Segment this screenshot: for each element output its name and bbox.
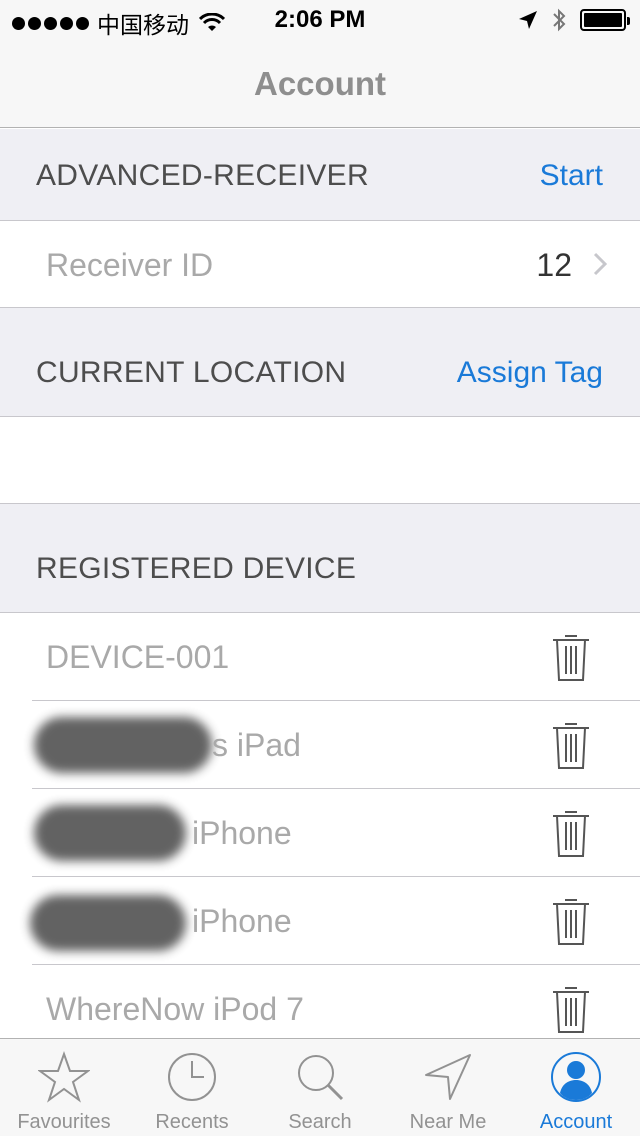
device-row[interactable]: iPhone bbox=[0, 877, 640, 964]
search-icon bbox=[298, 1055, 344, 1101]
tab-favourites[interactable]: Favourites bbox=[0, 1039, 128, 1136]
trash-icon[interactable] bbox=[552, 896, 590, 946]
clock-icon bbox=[168, 1053, 216, 1101]
device-name: WhereNow iPod 7 bbox=[46, 991, 304, 1027]
tab-label: Account bbox=[539, 1111, 613, 1133]
tab-label: Recents bbox=[155, 1111, 229, 1133]
tab-recents[interactable]: Recents bbox=[128, 1039, 256, 1136]
location-services-icon bbox=[519, 11, 537, 29]
location-arrow-icon bbox=[425, 1054, 471, 1100]
status-right bbox=[518, 8, 630, 32]
star-icon bbox=[38, 1051, 90, 1103]
current-location-header: CURRENT LOCATION Assign Tag bbox=[0, 307, 640, 417]
tab-label: Near Me bbox=[409, 1111, 487, 1133]
navigation-bar: Account bbox=[0, 40, 640, 128]
trash-icon[interactable] bbox=[552, 808, 590, 858]
device-row[interactable]: DEVICE-001 bbox=[0, 613, 640, 701]
status-bar: 中国移动 2:06 PM bbox=[0, 0, 640, 40]
assign-tag-button[interactable]: Assign Tag bbox=[457, 356, 603, 390]
tab-account[interactable]: Account bbox=[512, 1039, 640, 1136]
trash-icon[interactable] bbox=[552, 632, 590, 682]
start-button[interactable]: Start bbox=[540, 159, 603, 193]
redacted-blur bbox=[34, 717, 212, 773]
tab-near-me[interactable]: Near Me bbox=[384, 1039, 512, 1136]
registered-device-header: REGISTERED DEVICE bbox=[0, 503, 640, 613]
tab-label: Search bbox=[288, 1111, 352, 1133]
advanced-receiver-header: ADVANCED-RECEIVER Start bbox=[0, 129, 640, 221]
tab-search[interactable]: Search bbox=[256, 1039, 384, 1136]
section-title-advanced-receiver: ADVANCED-RECEIVER bbox=[36, 159, 369, 192]
device-name: s iPad bbox=[212, 727, 301, 763]
chevron-right-icon bbox=[593, 252, 607, 276]
battery-icon bbox=[580, 9, 630, 31]
device-name: DEVICE-001 bbox=[46, 639, 230, 675]
current-location-row bbox=[0, 417, 640, 503]
page-title: Account bbox=[254, 65, 386, 102]
redacted-blur bbox=[30, 895, 186, 951]
device-name: iPhone bbox=[192, 815, 292, 851]
trash-icon[interactable] bbox=[552, 984, 590, 1034]
device-row[interactable]: s iPad bbox=[0, 701, 640, 788]
device-row[interactable]: WhereNow iPod 7 bbox=[0, 965, 640, 1038]
tab-label: Favourites bbox=[17, 1111, 111, 1133]
device-name: iPhone bbox=[192, 903, 292, 939]
account-icon bbox=[551, 1052, 601, 1102]
section-title-registered-device: REGISTERED DEVICE bbox=[36, 552, 357, 585]
section-title-current-location: CURRENT LOCATION bbox=[36, 356, 347, 389]
tab-bar: Favourites Recents Search Near Me Accoun… bbox=[0, 1038, 640, 1136]
receiver-id-label: Receiver ID bbox=[46, 247, 214, 283]
receiver-id-value: 12 bbox=[536, 247, 572, 283]
receiver-id-row[interactable]: Receiver ID 12 bbox=[0, 221, 640, 307]
trash-icon[interactable] bbox=[552, 720, 590, 770]
bluetooth-icon bbox=[553, 8, 566, 32]
redacted-blur bbox=[34, 805, 186, 861]
device-row[interactable]: iPhone bbox=[0, 789, 640, 876]
